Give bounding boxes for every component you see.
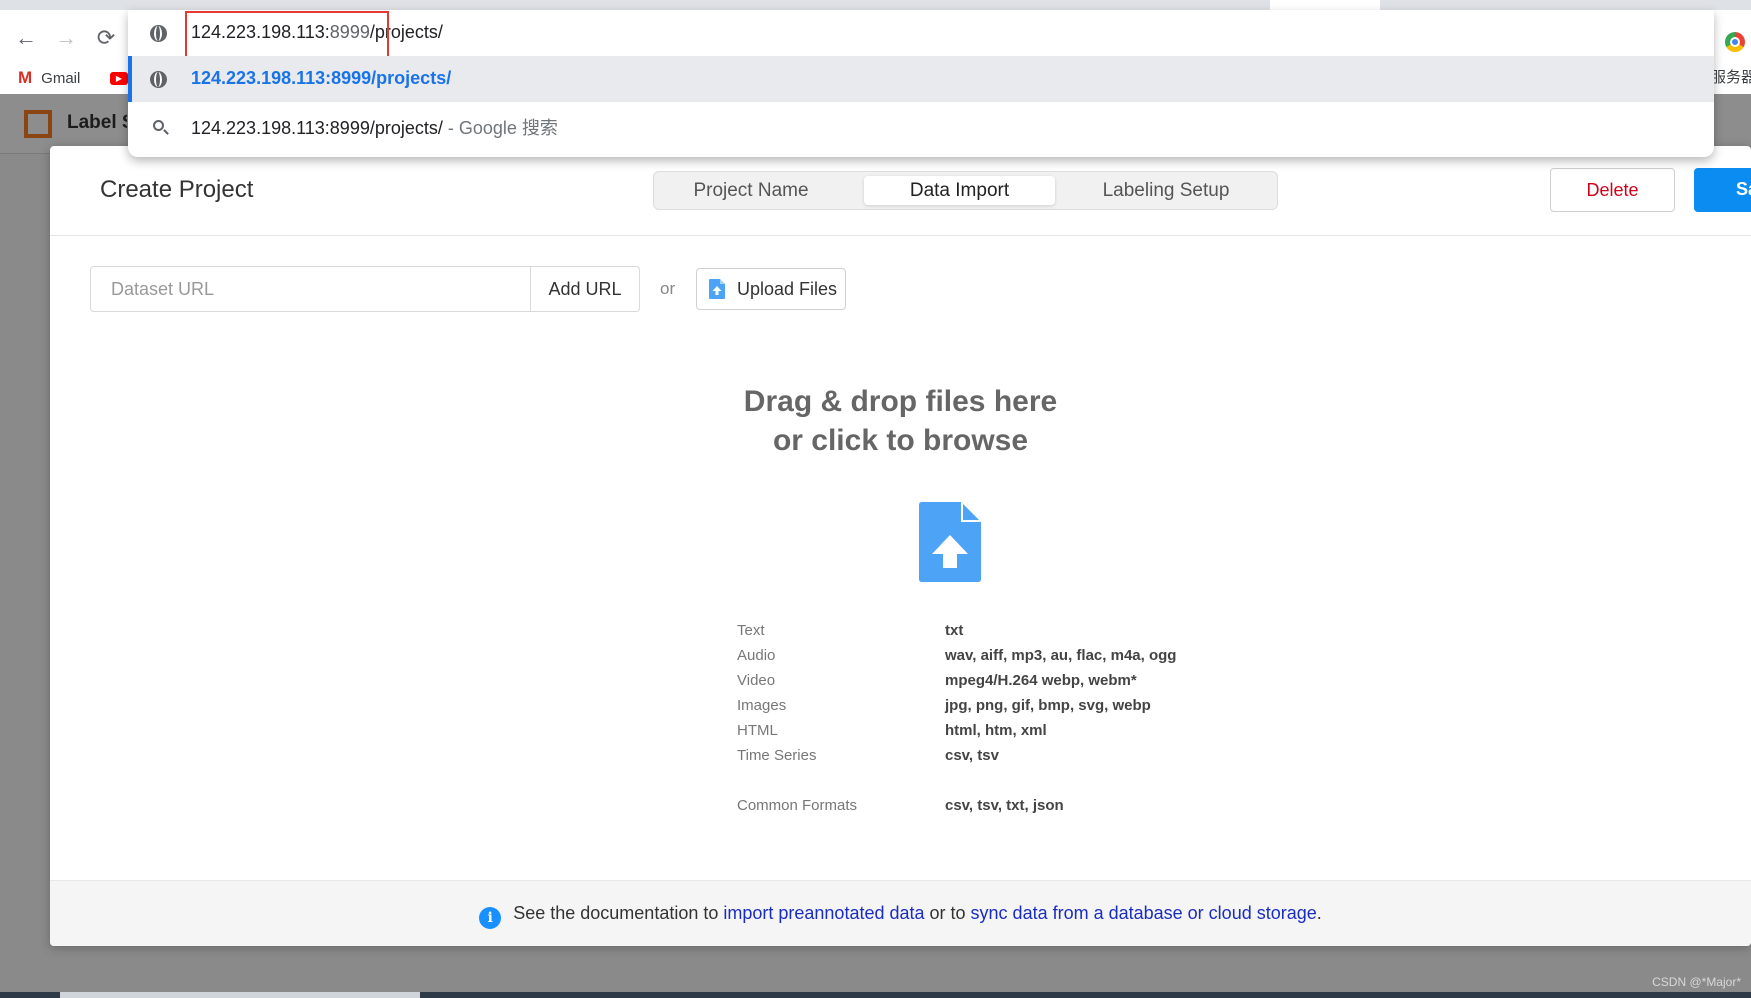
delete-button[interactable]: Delete — [1550, 168, 1675, 212]
tab-labeling-setup[interactable]: Labeling Setup — [1062, 176, 1270, 205]
dataset-url-input[interactable] — [90, 266, 531, 312]
format-value: csv, tsv — [945, 747, 999, 764]
highlight-box — [185, 11, 389, 59]
globe-icon — [148, 69, 168, 89]
modal-footer: i See the documentation to import preanno… — [50, 880, 1751, 946]
dropzone[interactable]: Drag & drop files here or click to brows… — [50, 326, 1751, 876]
suggestion-search-text: 124.223.198.113:8999/projects/ - Google … — [191, 114, 558, 140]
omnibox-suggestion-search[interactable]: 124.223.198.113:8999/projects/ - Google … — [128, 102, 1714, 148]
format-value: html, htm, xml — [945, 722, 1047, 739]
taskbar-segment — [60, 992, 420, 998]
youtube-icon: ▶ — [110, 71, 128, 85]
tab-project-name[interactable]: Project Name — [658, 176, 844, 205]
omnibox-suggestion-url[interactable]: 124.223.198.113:8999/projects/ — [128, 56, 1714, 102]
add-url-button[interactable]: Add URL — [531, 266, 640, 312]
format-value: txt — [945, 622, 964, 639]
tab-data-import[interactable]: Data Import — [864, 176, 1055, 205]
forward-button[interactable]: → — [54, 25, 78, 50]
footer-text: or to — [924, 903, 971, 923]
step-tabs: Project Name Data Import Labeling Setup — [653, 171, 1278, 210]
reload-icon: ⟳ — [96, 25, 116, 50]
upload-files-button[interactable]: Upload Files — [696, 268, 846, 310]
forward-arrow-icon: → — [55, 25, 77, 50]
globe-icon — [148, 23, 168, 43]
bookmark-gmail[interactable]: M Gmail — [18, 68, 80, 88]
format-value: csv, tsv, txt, json — [945, 797, 1064, 814]
chrome-profile-icon[interactable] — [1725, 32, 1745, 52]
footer-text: . — [1316, 903, 1322, 923]
active-tab[interactable] — [1270, 0, 1380, 10]
gmail-icon: M — [18, 68, 33, 87]
supported-formats: Text txt Audio wav, aiff, mp3, au, flac,… — [737, 622, 1237, 822]
format-label: HTML — [737, 722, 778, 739]
format-label: Time Series — [737, 747, 817, 764]
format-label: Text — [737, 622, 765, 639]
taskbar-strip — [0, 992, 1751, 998]
sync-data-link[interactable]: sync data from a database or cloud stora… — [971, 903, 1317, 923]
suggestion-url-text: 124.223.198.113:8999/projects/ — [191, 68, 452, 88]
format-label: Video — [737, 672, 776, 689]
back-arrow-icon: ← — [15, 25, 37, 50]
format-value: mpeg4/H.264 webp, webm* — [945, 672, 1137, 689]
app-name: Label Studio — [67, 112, 127, 133]
upload-files-label: Upload Files — [737, 278, 838, 299]
search-icon — [148, 115, 168, 135]
bookmark-label: Gmail — [41, 69, 81, 87]
suggestion-search-query: 124.223.198.113:8999/projects/ — [191, 118, 443, 138]
dropzone-title-line1: Drag & drop files here — [743, 385, 1058, 418]
omnibox-dropdown: 124.223.198.113:8999/projects/ 124.223.1… — [128, 10, 1714, 157]
bookmark-youtube[interactable]: ▶ — [110, 68, 128, 88]
save-button[interactable]: Save — [1694, 168, 1751, 212]
upload-file-large-icon — [919, 502, 981, 582]
reload-button[interactable]: ⟳ — [94, 25, 118, 50]
format-value: wav, aiff, mp3, au, flac, m4a, ogg — [945, 647, 1177, 664]
modal-header: Create Project Project Name Data Import … — [50, 146, 1751, 236]
info-icon: i — [479, 907, 502, 929]
format-value: jpg, png, gif, bmp, svg, webp — [945, 697, 1151, 714]
footer-text: See the documentation to — [513, 903, 724, 923]
upload-file-icon — [709, 279, 725, 299]
bookmark-server[interactable]: 服务器 — [1711, 66, 1751, 87]
or-label: or — [660, 279, 676, 298]
import-preannotated-link[interactable]: import preannotated data — [723, 903, 924, 923]
suggestion-search-suffix: - Google 搜索 — [442, 118, 558, 138]
format-label: Images — [737, 697, 787, 714]
back-button[interactable]: ← — [14, 25, 38, 50]
dropzone-title-line2: or click to browse — [772, 424, 1029, 457]
documentation-note: i See the documentation to import preanno… — [50, 903, 1751, 929]
format-label: Audio — [737, 647, 776, 664]
dropzone-title: Drag & drop files here or click to brows… — [50, 382, 1751, 460]
create-project-modal: Create Project Project Name Data Import … — [50, 146, 1751, 946]
address-bar[interactable]: 124.223.198.113:8999/projects/ — [128, 10, 1714, 59]
tab-strip — [0, 0, 1751, 10]
label-studio-logo-icon[interactable] — [24, 110, 52, 138]
format-label: Common Formats — [737, 797, 858, 814]
watermark: CSDN @*Major* — [1652, 975, 1741, 989]
modal-title: Create Project — [100, 176, 254, 203]
